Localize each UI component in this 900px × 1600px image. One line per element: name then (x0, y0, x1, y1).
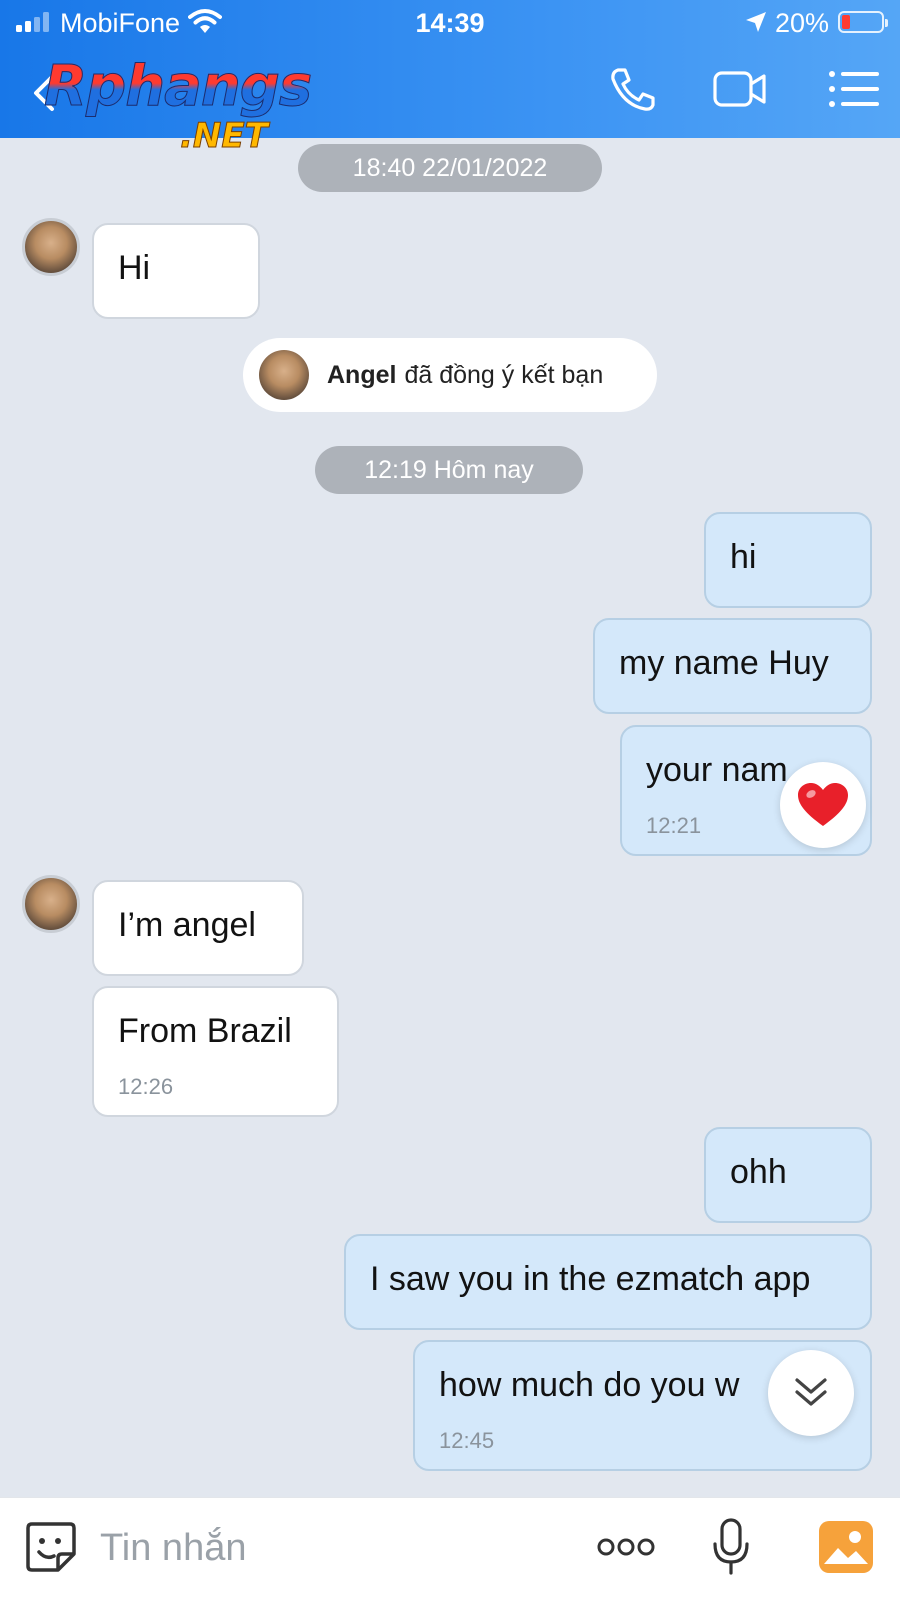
message-timestamp: 12:21 (646, 813, 702, 838)
contact-name: Angel (327, 360, 397, 389)
heart-icon (798, 783, 848, 826)
system-message-text: đã đồng ý kết bạn (404, 360, 604, 389)
double-chevron-down-icon (795, 1378, 827, 1406)
location-arrow-icon (746, 12, 766, 32)
message-timestamp: 12:45 (439, 1428, 495, 1453)
friend-accepted-notice: Angel đã đồng ý kết bạn (243, 338, 657, 412)
avatar[interactable] (22, 218, 80, 276)
message-text: how much do you w (439, 1366, 740, 1404)
status-bar: MobiFone 14:39 20% (0, 0, 900, 44)
logo-text-main: Rphangs (43, 54, 312, 120)
avatar (259, 350, 309, 400)
sticker-emoji-icon[interactable] (24, 1520, 78, 1574)
message-text: From Brazil (118, 1012, 292, 1050)
message-bubble-incoming[interactable]: Hi (92, 223, 260, 319)
message-text: my name Huy (619, 644, 829, 682)
message-text: I saw you in the ezmatch app (370, 1260, 811, 1298)
date-separator: 12:19 Hôm nay (315, 446, 583, 494)
date-separator: 18:40 22/01/2022 (298, 144, 602, 192)
more-options-icon[interactable] (596, 1534, 656, 1560)
avatar[interactable] (22, 875, 80, 933)
battery-percent: 20% (775, 8, 830, 38)
video-call-icon[interactable] (712, 64, 768, 114)
message-text: Hi (118, 249, 151, 287)
message-timestamp: 12:26 (118, 1074, 174, 1099)
heart-reaction-button[interactable] (780, 762, 866, 848)
message-bubble-incoming[interactable]: From Brazil 12:26 (92, 986, 339, 1117)
message-bubble-incoming[interactable]: I’m angel (92, 880, 304, 976)
message-text: your nam (646, 751, 788, 789)
message-input[interactable] (100, 1520, 540, 1576)
microphone-icon[interactable] (712, 1518, 750, 1576)
menu-list-icon[interactable] (826, 64, 882, 114)
message-text: ohh (730, 1153, 787, 1191)
phone-icon[interactable] (604, 64, 660, 114)
watermark-logo: Rphangs .NET (43, 54, 324, 158)
scroll-to-bottom-button[interactable] (768, 1350, 854, 1436)
image-gallery-icon[interactable] (818, 1520, 874, 1574)
message-bubble-outgoing[interactable]: I saw you in the ezmatch app (344, 1234, 872, 1330)
message-bubble-outgoing[interactable]: my name Huy (593, 618, 872, 714)
chat-header: MobiFone 14:39 20% Rphangs .NET (0, 0, 900, 157)
message-bubble-outgoing[interactable]: ohh (704, 1127, 872, 1223)
message-composer (0, 1497, 900, 1600)
message-text: hi (730, 538, 757, 576)
battery-icon (838, 11, 888, 33)
message-bubble-outgoing[interactable]: hi (704, 512, 872, 608)
logo-text-suffix: .NET (180, 116, 269, 157)
message-text: I’m angel (118, 906, 256, 944)
